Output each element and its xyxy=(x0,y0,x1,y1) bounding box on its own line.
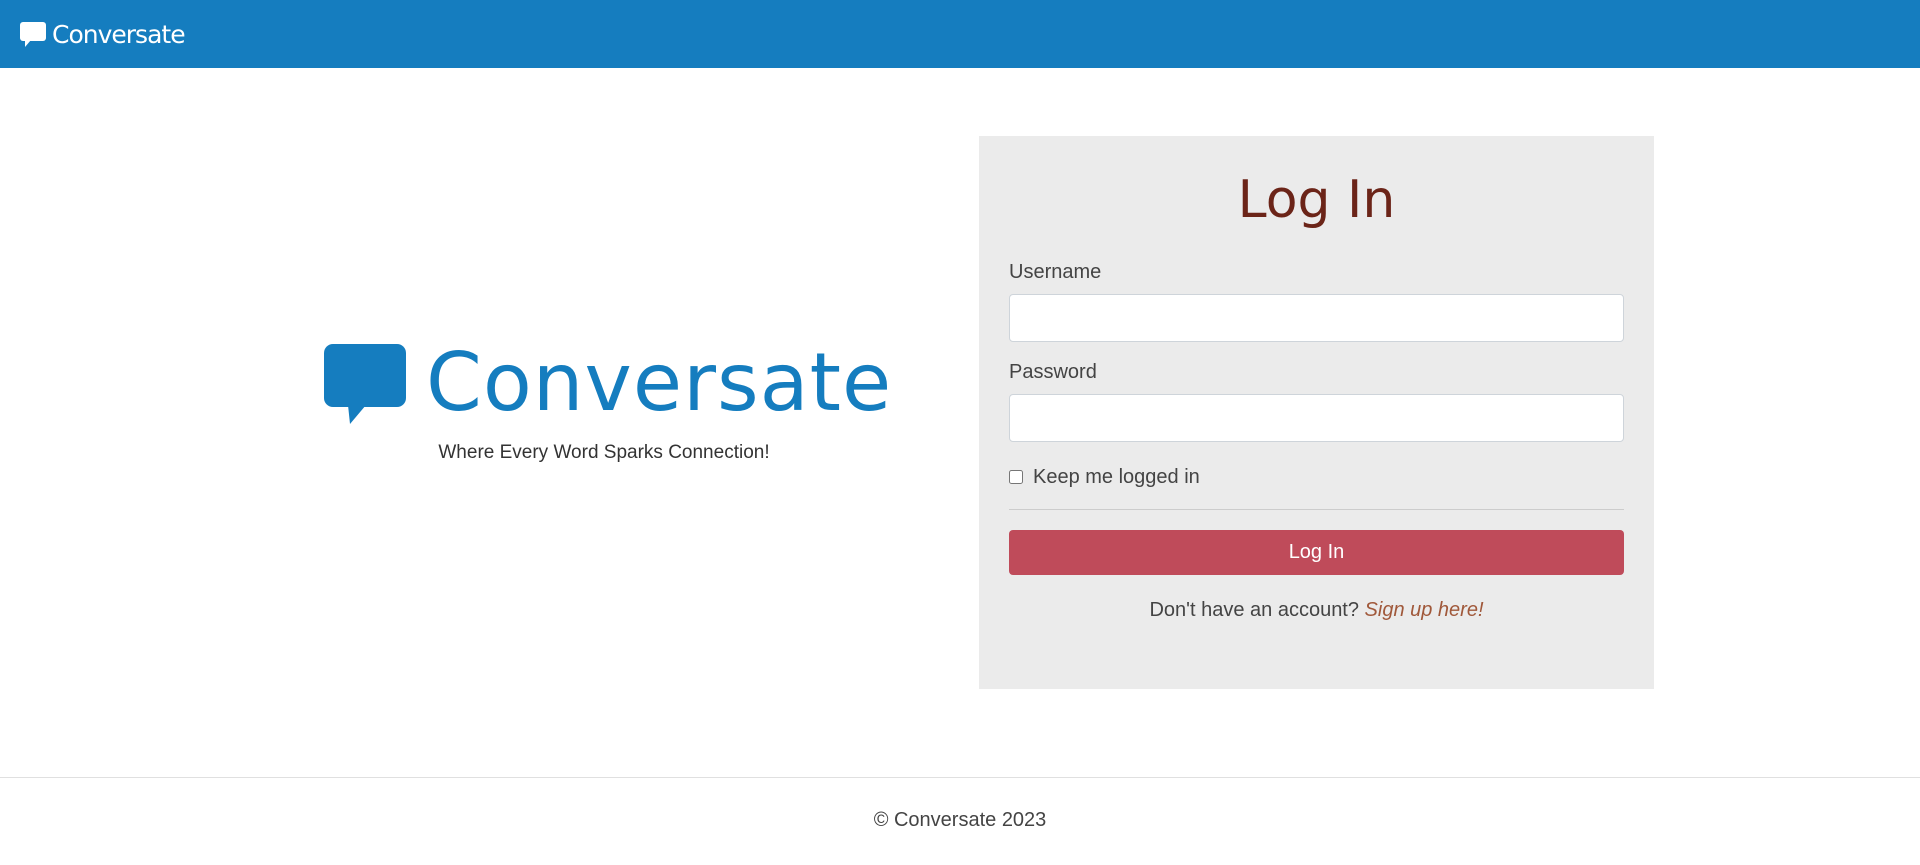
signup-link[interactable]: Sign up here! xyxy=(1365,599,1484,621)
signup-row: Don't have an account? Sign up here! xyxy=(1009,599,1624,622)
page-footer: © Conversate 2023 xyxy=(0,777,1920,865)
remember-me-label: Keep me logged in xyxy=(1033,465,1200,488)
login-card: Log In Username Password Keep me logged … xyxy=(979,136,1654,689)
hero-title: Conversate xyxy=(426,336,893,429)
navbar-brand-link[interactable]: Conversate xyxy=(20,19,186,49)
footer-copyright: © Conversate 2023 xyxy=(873,809,1047,831)
chat-bubble-icon xyxy=(324,342,406,424)
remember-me-checkbox[interactable] xyxy=(1009,470,1023,484)
top-navbar: Conversate xyxy=(0,0,1920,68)
hero-section: Conversate Where Every Word Sparks Conne… xyxy=(324,338,891,463)
navbar-brand-text: Conversate xyxy=(52,19,186,49)
chat-bubble-icon xyxy=(20,21,46,47)
password-label: Password xyxy=(1009,361,1097,383)
login-title: Log In xyxy=(1237,170,1396,230)
username-input[interactable] xyxy=(1009,294,1624,342)
hero-logo: Conversate xyxy=(324,338,891,428)
username-label: Username xyxy=(1009,261,1102,283)
login-button[interactable]: Log In xyxy=(1009,530,1624,575)
form-divider xyxy=(1009,509,1624,510)
hero-tagline: Where Every Word Sparks Connection! xyxy=(438,442,770,463)
remember-me-row: Keep me logged in xyxy=(1009,464,1624,490)
signup-prompt: Don't have an account? xyxy=(1149,599,1365,621)
password-input[interactable] xyxy=(1009,394,1624,442)
